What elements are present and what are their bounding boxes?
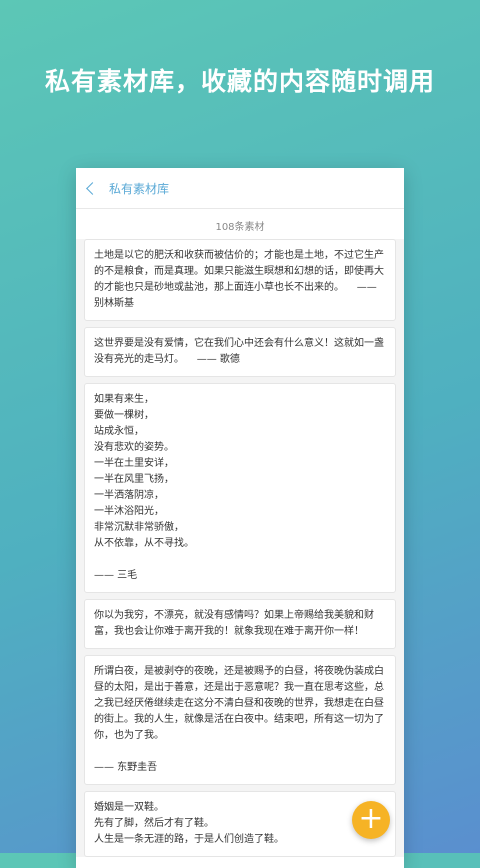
material-card[interactable]: 土地是以它的肥沃和收获而被估价的；才能也是土地，不过它生产的不是粮食，而是真理。…: [84, 239, 396, 321]
card-text: 婚姻是一双鞋。 先有了脚，然后才有了鞋。 人生是一条无涯的路，于是人们创造了鞋。: [94, 802, 284, 845]
card-text: 所谓白夜，是被剥夺的夜晚，还是被赐予的白昼，将夜晚伪装成白昼的太阳，是出于善意，…: [94, 666, 384, 773]
material-card[interactable]: 婚姻是一双鞋。 先有了脚，然后才有了鞋。 人生是一条无涯的路，于是人们创造了鞋。: [84, 791, 396, 857]
nav-title: 私有素材库: [109, 181, 170, 196]
card-text: 土地是以它的肥沃和收获而被估价的；才能也是土地，不过它生产的不是粮食，而是真理。…: [94, 250, 384, 309]
card-text: 你以为我穷，不漂亮，就没有感情吗？如果上帝赐给我美貌和财富，我也会让你难于离开我…: [94, 610, 374, 637]
add-material-button[interactable]: +: [352, 801, 390, 839]
phone-screen: 私有素材库 108条素材 土地是以它的肥沃和收获而被估价的；才能也是土地，不过它…: [76, 168, 404, 868]
headline: 私有素材库，收藏的内容随时调用: [44, 67, 435, 96]
material-card[interactable]: 所谓白夜，是被剥夺的夜晚，还是被赐予的白昼，将夜晚伪装成白昼的太阳，是出于善意，…: [84, 655, 396, 785]
material-count: 108条素材: [215, 222, 265, 233]
material-list: 土地是以它的肥沃和收获而被估价的；才能也是土地，不过它生产的不是粮食，而是真理。…: [76, 239, 404, 857]
back-chevron-icon[interactable]: [86, 182, 99, 195]
material-card[interactable]: 你以为我穷，不漂亮，就没有感情吗？如果上帝赐给我美貌和财富，我也会让你难于离开我…: [84, 599, 396, 649]
material-card[interactable]: 这世界要是没有爱情，它在我们心中还会有什么意义！这就如一盏没有亮光的走马灯。 —…: [84, 327, 396, 377]
card-text: 如果有来生， 要做一棵树， 站成永恒， 没有悲欢的姿势。 一半在土里安详， 一半…: [94, 394, 194, 581]
material-card[interactable]: 如果有来生， 要做一棵树， 站成永恒， 没有悲欢的姿势。 一半在土里安详， 一半…: [84, 383, 396, 593]
card-text: 这世界要是没有爱情，它在我们心中还会有什么意义！这就如一盏没有亮光的走马灯。 —…: [94, 338, 384, 365]
nav-bar: 私有素材库: [76, 168, 404, 209]
